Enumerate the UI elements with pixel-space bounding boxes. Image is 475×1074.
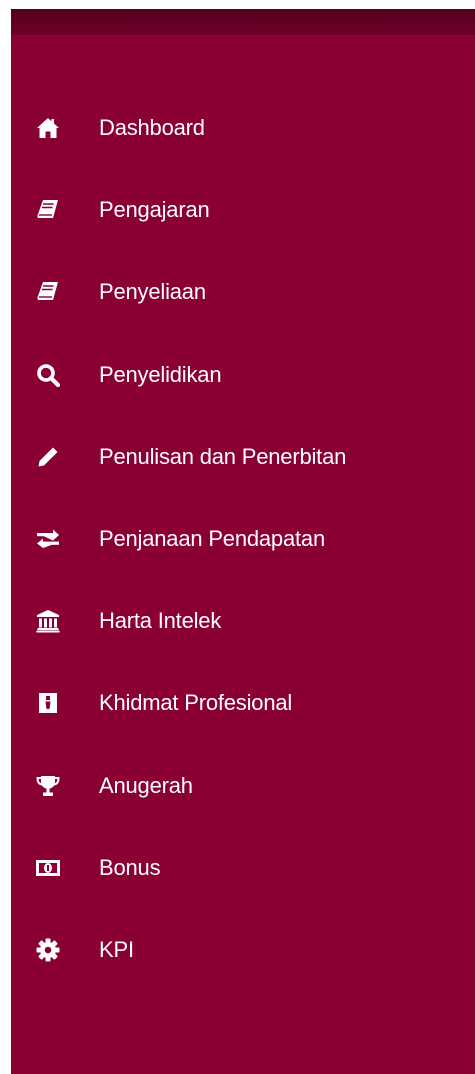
home-icon	[35, 115, 61, 141]
sidebar-item-label: Dashboard	[99, 115, 205, 141]
sidebar-menu: Dashboard Pengajaran Penyeliaan Penyelid…	[11, 87, 475, 991]
exchange-icon	[35, 526, 61, 552]
sidebar-item-label: Khidmat Profesional	[99, 690, 293, 716]
institution-icon	[35, 608, 61, 634]
sidebar-item-penjanaan-pendapatan[interactable]: Penjanaan Pendapatan	[11, 498, 475, 580]
money-icon	[35, 855, 61, 881]
sidebar-item-label: Penulisan dan Penerbitan	[99, 443, 347, 469]
sidebar-item-kpi[interactable]: KPI	[11, 909, 475, 991]
sidebar-item-harta-intelek[interactable]: Harta Intelek	[11, 580, 475, 662]
sidebar-item-label: KPI	[99, 936, 134, 962]
sidebar-item-label: Bonus	[99, 854, 161, 880]
book-icon	[35, 279, 61, 305]
id-badge-icon	[35, 690, 61, 716]
sidebar: Dashboard Pengajaran Penyeliaan Penyelid…	[11, 9, 475, 1074]
sidebar-item-label: Penyeliaan	[99, 279, 206, 305]
sidebar-item-label: Harta Intelek	[99, 608, 222, 634]
sidebar-item-dashboard[interactable]: Dashboard	[11, 87, 475, 169]
trophy-icon	[35, 773, 61, 799]
sidebar-item-bonus[interactable]: Bonus	[11, 827, 475, 909]
sidebar-item-label: Penjanaan Pendapatan	[99, 526, 325, 552]
book-icon	[35, 197, 61, 223]
search-icon	[35, 362, 61, 388]
sidebar-item-anugerah[interactable]: Anugerah	[11, 745, 475, 827]
sidebar-item-penyelidikan[interactable]: Penyelidikan	[11, 334, 475, 416]
gear-icon	[35, 937, 61, 963]
sidebar-item-label: Penyelidikan	[99, 361, 222, 387]
sidebar-item-penyeliaan[interactable]: Penyeliaan	[11, 251, 475, 333]
sidebar-top-bar	[11, 9, 475, 35]
pencil-icon	[35, 444, 61, 470]
sidebar-item-penulisan-dan-penerbitan[interactable]: Penulisan dan Penerbitan	[11, 416, 475, 498]
sidebar-item-pengajaran[interactable]: Pengajaran	[11, 169, 475, 251]
sidebar-item-label: Anugerah	[99, 772, 193, 798]
sidebar-item-khidmat-profesional[interactable]: Khidmat Profesional	[11, 662, 475, 744]
sidebar-item-label: Pengajaran	[99, 197, 210, 223]
